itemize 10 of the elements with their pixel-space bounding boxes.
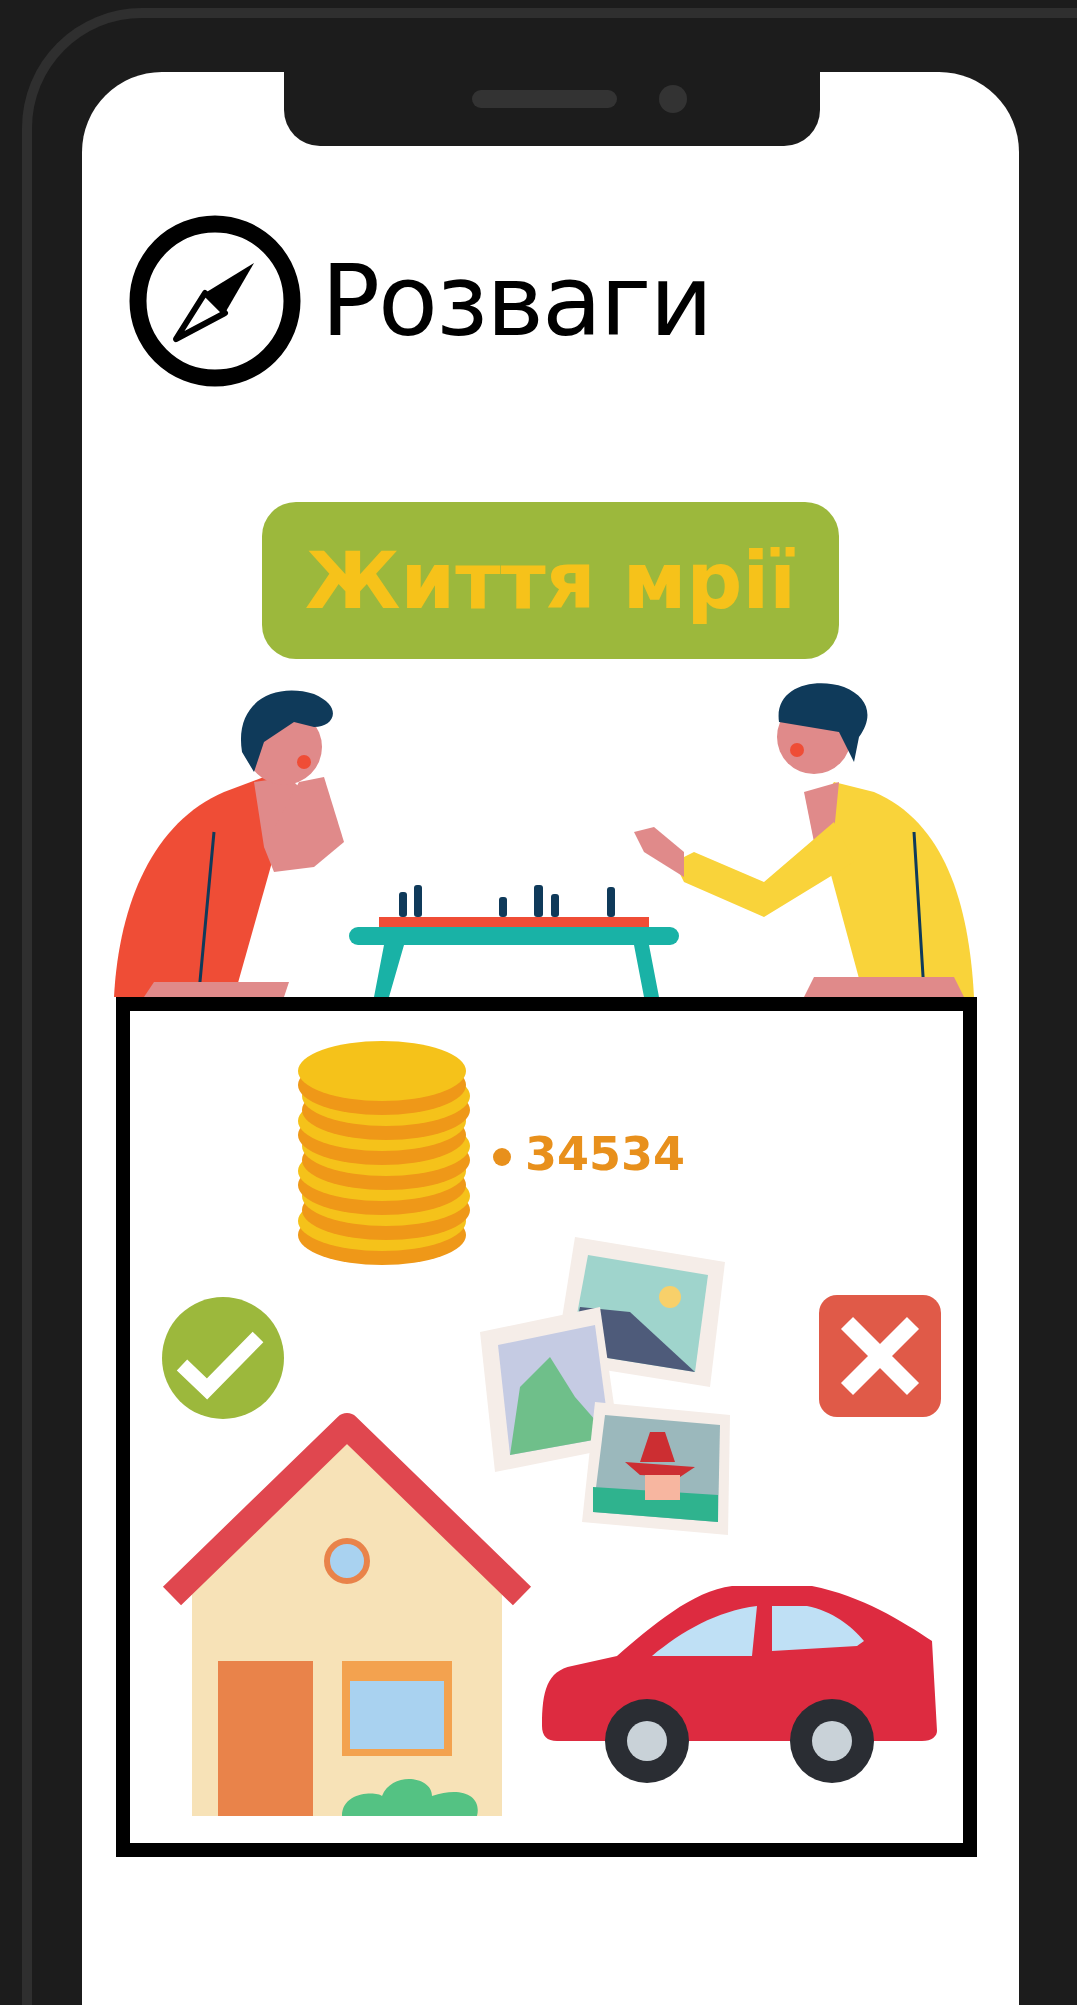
app-title: Розваги xyxy=(321,244,712,358)
house-icon xyxy=(162,1411,532,1816)
close-icon xyxy=(819,1295,941,1417)
compass-icon xyxy=(129,215,301,387)
coin-amount: 34534 xyxy=(525,1127,686,1181)
title-banner: Життя мрії xyxy=(262,502,839,659)
bullet-icon xyxy=(492,1147,512,1167)
camera-icon xyxy=(659,85,687,113)
checkmark-icon xyxy=(162,1297,284,1419)
speaker-icon xyxy=(472,90,617,108)
